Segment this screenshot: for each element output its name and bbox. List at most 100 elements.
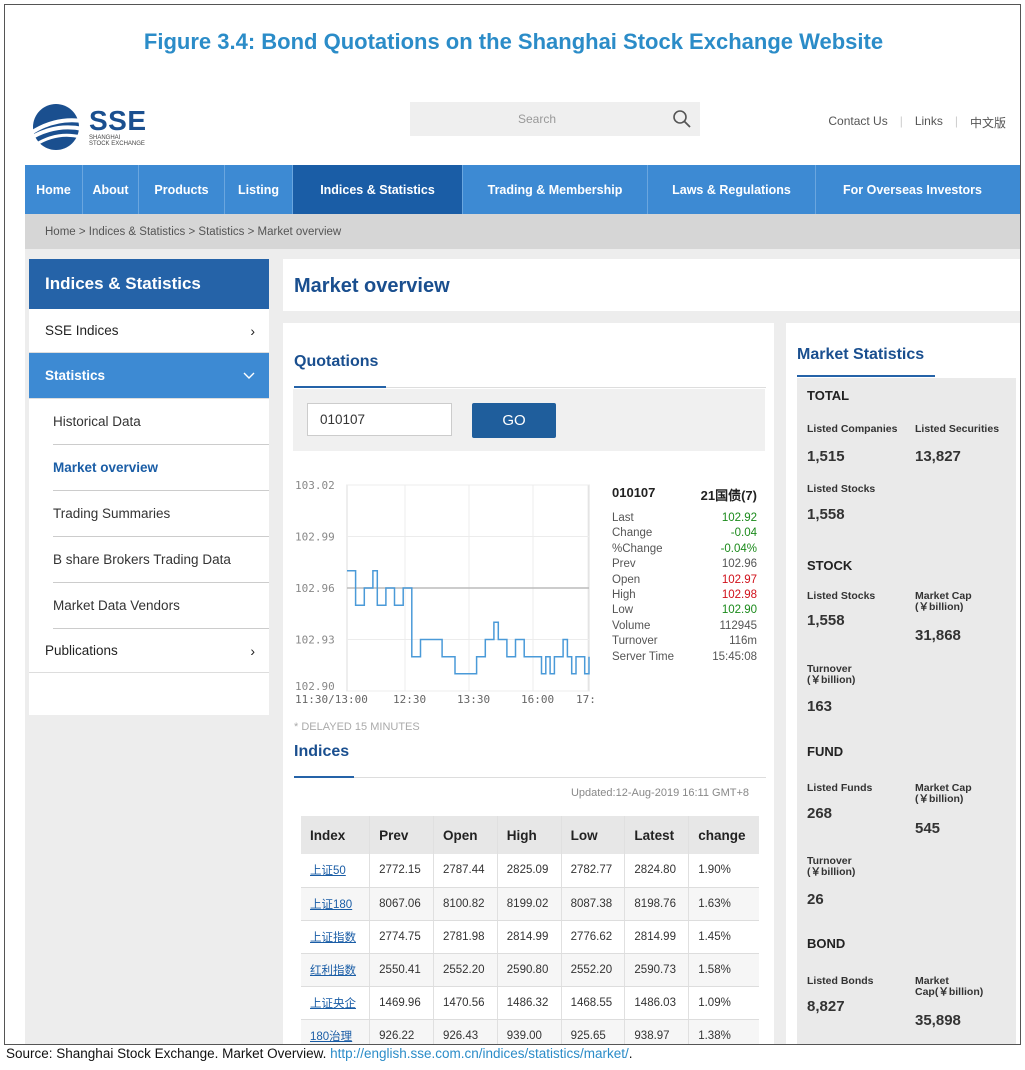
stat-label-unit: (￥billion) [915,793,964,805]
quote-row: Volume 112945 [612,619,757,634]
table-cell: 8100.82 [432,887,498,921]
table-cell: 1470.56 [432,986,498,1020]
chevron-right-icon: › [250,642,255,659]
nav-trading-membership[interactable]: Trading & Membership [463,165,648,214]
table-row: 上证央企 1469.96 1470.56 1486.32 1468.55 1486.03 1… [301,986,759,1020]
table-header[interactable]: Low [560,816,625,854]
page-header: Market overview [283,259,1020,311]
quote-row: Server Time 15:45:08 [612,650,757,665]
total-heading: TOTAL [807,388,850,403]
quote-value: 116m [729,635,757,648]
quote-label: Prev [612,558,636,571]
sidebar-item-sse-indices[interactable]: SSE Indices › [29,309,269,353]
table-header[interactable]: High [496,816,562,854]
nav-products[interactable]: Products [139,165,225,214]
source-link[interactable]: http://english.sse.com.cn/indices/statis… [330,1046,629,1061]
quote-row: Open 102.97 [612,573,757,588]
table-cell: 2787.44 [432,854,498,888]
quote-value: 102.98 [721,588,757,601]
bond-code-input[interactable]: 010107 [307,403,452,436]
table-cell: 926.43 [432,1019,498,1044]
nav-about[interactable]: About [83,165,139,214]
chinese-version-link[interactable]: 中文版 [970,114,1006,131]
table-cell: 939.00 [496,1019,562,1044]
stat-value: 8,827 [807,998,845,1015]
quote-name: 21国债(7) [700,488,757,503]
stat-value: 268 [807,805,833,822]
indices-title: Indices [294,743,350,760]
updated-time: Updated:12-Aug-2019 16:11 GMT+8 [570,787,749,799]
chevron-down-icon [243,372,255,379]
table-header[interactable]: change [688,816,759,854]
logo-wordmark: SSE [89,105,147,136]
quote-label: Server Time [612,650,674,663]
table-header[interactable]: Prev [369,816,434,854]
y-tick-label: 102.99 [295,531,335,544]
table-cell: 2552.20 [560,953,625,987]
nav-home[interactable]: Home [25,165,83,214]
table-cell: 2590.73 [624,953,689,987]
index-link[interactable]: 上证180 [301,887,370,921]
search-bar[interactable]: Search [410,102,700,136]
table-cell: 1.58% [688,953,759,987]
sidebar-item-statistics[interactable]: Statistics [29,353,269,399]
sidebar-sub-trading-summaries[interactable]: Trading Summaries [53,491,269,537]
quote-value: 102.97 [721,573,757,586]
table-row: 上证指数 2774.75 2781.98 2814.99 2776.62 2814.99 1… [301,920,759,954]
search-input[interactable]: Search [410,112,664,126]
table-cell: 1.09% [688,986,759,1020]
figure-title: Figure 3.4: Bond Quotations on the Shang… [143,29,884,54]
section-underline [294,776,354,778]
quote-row: Prev 102.96 [612,557,757,572]
go-button[interactable]: GO [472,403,556,438]
indices-table: Index Prev Open High Low Latest change 上证50 277… [301,816,759,1044]
quote-value: 112945 [719,619,757,632]
quote-row: High 102.98 [612,588,757,603]
index-link[interactable]: 180治理 [301,1019,370,1044]
sidebar-sub-market-data-vendors[interactable]: Market Data Vendors [53,583,269,629]
delayed-note: * DELAYED 15 MINUTES [294,721,420,733]
links-link[interactable]: Links [915,114,943,131]
stat-label-unit: (￥billion) [807,674,856,686]
stat-label: Listed Funds [807,782,873,794]
table-row: 上证180 8067.06 8100.82 8199.02 8087.38 8198.76… [301,887,759,921]
table-cell: 2782.77 [560,854,625,888]
contact-us-link[interactable]: Contact Us [828,114,887,131]
table-cell: 1486.03 [624,986,689,1020]
quote-label: High [612,588,636,601]
quote-value: -0.04% [720,542,757,555]
index-link[interactable]: 上证央企 [301,986,370,1020]
sidebar-item-publications[interactable]: Publications › [29,629,269,673]
nav-laws-regulations[interactable]: Laws & Regulations [648,165,816,214]
quote-search-box: 010107 GO [293,389,765,451]
table-cell: 8199.02 [496,887,562,921]
breadcrumb[interactable]: Home > Indices & Statistics > Statistics… [25,214,1020,249]
table-cell: 926.22 [369,1019,434,1044]
sidebar-sub-b-share-brokers[interactable]: B share Brokers Trading Data [53,537,269,583]
sse-logo[interactable]: SSE SHANGHAI STOCK EXCHANGE [25,103,147,151]
table-cell: 8087.38 [560,887,625,921]
table-cell: 2590.80 [496,953,562,987]
table-header[interactable]: Index [301,816,370,854]
nav-overseas-investors[interactable]: For Overseas Investors [816,165,1009,214]
table-cell: 2781.98 [432,920,498,954]
index-link[interactable]: 上证指数 [301,920,370,954]
x-tick-label: 12:30 [393,693,426,706]
quote-row: Turnover 116m [612,634,757,649]
table-header[interactable]: Latest [624,816,689,854]
sidebar-sub-historical-data[interactable]: Historical Data [53,399,269,445]
search-icon[interactable] [664,104,700,134]
quote-label: Low [612,604,634,617]
table-header[interactable]: Open [432,816,498,854]
sse-logo-icon [27,104,84,150]
table-cell: 925.65 [560,1019,625,1044]
stat-value: 31,868 [915,627,961,644]
source-end: . [628,1046,633,1061]
sidebar-sub-market-overview[interactable]: Market overview [53,445,269,491]
index-link[interactable]: 上证50 [301,854,370,888]
index-link[interactable]: 红利指数 [301,953,370,987]
nav-indices-statistics[interactable]: Indices & Statistics [293,165,463,214]
nav-listing[interactable]: Listing [225,165,293,214]
bond-heading: BOND [807,936,846,951]
figure-frame: Figure 3.4: Bond Quotations on the Shang… [4,4,1021,1045]
